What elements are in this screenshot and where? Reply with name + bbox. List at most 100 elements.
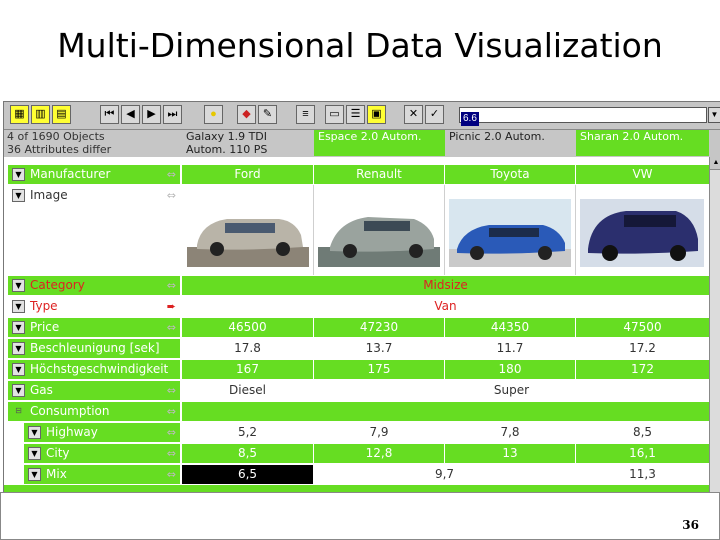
scroll-up-icon[interactable]: ▲ bbox=[710, 157, 720, 170]
download-icon[interactable]: ▼ bbox=[12, 342, 25, 355]
table-view-icon[interactable]: ▥ bbox=[31, 105, 50, 124]
next-icon[interactable]: ▶ bbox=[142, 105, 161, 124]
table-row: ▼ Type ➨ Van bbox=[4, 296, 709, 317]
cell: 11,3 bbox=[576, 465, 709, 484]
download-icon[interactable]: ▼ bbox=[12, 384, 25, 397]
move-handle-icon[interactable]: ⇔ bbox=[167, 468, 176, 481]
row-label-mix[interactable]: ▼ Mix ⇔ bbox=[24, 465, 180, 484]
slide-title: Multi-Dimensional Data Visualization bbox=[57, 26, 663, 65]
columns-icon[interactable]: ☰ bbox=[346, 105, 365, 124]
download-icon[interactable]: ▼ bbox=[12, 279, 25, 292]
table-row: ▼ Gas ⇔ Diesel Super bbox=[4, 380, 709, 401]
row-label-type[interactable]: ▼ Type ➨ bbox=[8, 297, 180, 316]
cell: 16,1 bbox=[576, 444, 709, 463]
sort-icon[interactable]: ≡ bbox=[296, 105, 315, 124]
cell: 8,5 bbox=[182, 444, 313, 463]
table-row: ⊟ Consumption ⇔ bbox=[4, 401, 709, 422]
row-label-manufacturer[interactable]: ▼ Manufacturer ⇔ bbox=[8, 165, 180, 184]
download-icon[interactable]: ▼ bbox=[12, 363, 25, 376]
zoom-field[interactable]: 6.6 bbox=[459, 107, 707, 126]
move-handle-icon[interactable]: ⇔ bbox=[167, 189, 176, 202]
move-handle-icon[interactable]: ⇔ bbox=[167, 426, 176, 439]
download-icon[interactable]: ▼ bbox=[12, 168, 25, 181]
move-handle-icon[interactable]: ⇔ bbox=[167, 447, 176, 460]
collapse-icon[interactable]: ⊟ bbox=[12, 405, 25, 418]
print-icon[interactable]: ▭ bbox=[325, 105, 344, 124]
row-label-price[interactable]: ▼ Price ⇔ bbox=[8, 318, 180, 337]
table-row: ▼ Image ⇔ bbox=[4, 185, 709, 275]
highlight-icon[interactable]: ▣ bbox=[367, 105, 386, 124]
row-label-highway[interactable]: ▼ Highway ⇔ bbox=[24, 423, 180, 442]
row-label-gas[interactable]: ▼ Gas ⇔ bbox=[8, 381, 180, 400]
row-label-city[interactable]: ▼ City ⇔ bbox=[24, 444, 180, 463]
move-handle-icon[interactable]: ⇔ bbox=[167, 168, 176, 181]
row-label-image[interactable]: ▼ Image ⇔ bbox=[8, 186, 180, 206]
cell: 5,2 bbox=[182, 423, 313, 442]
cell: 175 bbox=[314, 360, 444, 379]
move-handle-icon[interactable]: ⇔ bbox=[167, 321, 176, 334]
first-icon[interactable]: ⏮ bbox=[100, 105, 119, 124]
grid-view-icon[interactable]: ▦ bbox=[10, 105, 29, 124]
app-window: ▦ ▥ ▤ ⏮ ◀ ▶ ⏭ ● ◆ ✎ ≡ ▭ ☰ ▣ ✕ ✓ 6.6 ▼ 4 … bbox=[3, 101, 720, 493]
table-row: ▼ Beschleunigung [sek] 17.8 13.7 11.7 17… bbox=[4, 338, 709, 359]
arrow-right-icon[interactable]: ➨ bbox=[167, 300, 176, 313]
row-label-consumption[interactable]: ⊟ Consumption ⇔ bbox=[8, 402, 180, 421]
table-row: ▼ Highway ⇔ 5,2 7,9 7,8 8,5 bbox=[4, 422, 709, 443]
download-icon[interactable]: ▼ bbox=[28, 468, 41, 481]
check-icon[interactable]: ✓ bbox=[425, 105, 444, 124]
last-icon[interactable]: ⏭ bbox=[163, 105, 182, 124]
cell: 44350 bbox=[445, 318, 575, 337]
table-row: ▼ Höchstgeschwindigkeit 167 175 180 172 bbox=[4, 359, 709, 380]
attribute-count: 36 Attributes differ bbox=[7, 143, 112, 156]
cell: 17.8 bbox=[182, 339, 313, 358]
move-handle-icon[interactable]: ⇔ bbox=[167, 405, 176, 418]
download-icon[interactable]: ▼ bbox=[28, 426, 41, 439]
cell: Super bbox=[314, 381, 709, 400]
cell: 172 bbox=[576, 360, 709, 379]
car-image-toyota bbox=[449, 199, 571, 267]
cell: 12,8 bbox=[314, 444, 444, 463]
download-icon[interactable]: ▼ bbox=[28, 447, 41, 460]
list-view-icon[interactable]: ▤ bbox=[52, 105, 71, 124]
column-header-sharan[interactable]: Sharan 2.0 Autom. bbox=[576, 130, 709, 156]
filter-icon[interactable]: ✎ bbox=[258, 105, 277, 124]
object-count: 4 of 1690 Objects bbox=[7, 130, 105, 143]
selection-info: 4 of 1690 Objects 36 Attributes differ bbox=[7, 130, 179, 156]
table-row: ▼ Category ⇔ Midsize bbox=[4, 275, 709, 296]
table-row: ▼ City ⇔ 8,5 12,8 13 16,1 bbox=[4, 443, 709, 464]
download-icon[interactable]: ▼ bbox=[12, 189, 25, 202]
slide-footer: 36 bbox=[0, 492, 720, 540]
car-image-vw bbox=[580, 199, 704, 267]
row-label-category[interactable]: ▼ Category ⇔ bbox=[8, 276, 180, 295]
column-header-picnic[interactable]: Picnic 2.0 Autom. bbox=[445, 130, 576, 156]
cell: Toyota bbox=[445, 165, 575, 184]
cell: 7,9 bbox=[314, 423, 444, 442]
row-label-acceleration[interactable]: ▼ Beschleunigung [sek] bbox=[8, 339, 180, 358]
previous-icon[interactable]: ◀ bbox=[121, 105, 140, 124]
download-icon[interactable]: ▼ bbox=[12, 321, 25, 334]
cell: 47230 bbox=[314, 318, 444, 337]
vertical-scrollbar[interactable]: ▲ bbox=[709, 157, 720, 492]
cell-selected[interactable]: 6,5 bbox=[182, 465, 313, 484]
circle-icon[interactable]: ● bbox=[204, 105, 223, 124]
move-handle-icon[interactable]: ⇔ bbox=[167, 384, 176, 397]
cell: 11.7 bbox=[445, 339, 575, 358]
attribute-table: ▼ Manufacturer ⇔ Ford Renault Toyota VW … bbox=[4, 157, 709, 492]
shapes-icon[interactable]: ◆ bbox=[237, 105, 256, 124]
column-header-espace[interactable]: Espace 2.0 Autom. bbox=[314, 130, 445, 156]
download-icon[interactable]: ▼ bbox=[12, 300, 25, 313]
cell: 180 bbox=[445, 360, 575, 379]
close-icon[interactable]: ✕ bbox=[404, 105, 423, 124]
dropdown-arrow-icon[interactable]: ▼ bbox=[708, 107, 720, 123]
row-label-top-speed[interactable]: ▼ Höchstgeschwindigkeit bbox=[8, 360, 180, 379]
cell: 167 bbox=[182, 360, 313, 379]
table-row: ▼ Manufacturer ⇔ Ford Renault Toyota VW bbox=[4, 164, 709, 185]
car-image-ford bbox=[187, 219, 309, 267]
table-row: ▼ Price ⇔ 46500 47230 44350 47500 bbox=[4, 317, 709, 338]
cell: 13 bbox=[445, 444, 575, 463]
column-header-galaxy[interactable]: Galaxy 1.9 TDI Autom. 110 PS bbox=[182, 130, 314, 156]
toolbar: ▦ ▥ ▤ ⏮ ◀ ▶ ⏭ ● ◆ ✎ ≡ ▭ ☰ ▣ ✕ ✓ 6.6 ▼ bbox=[4, 102, 720, 130]
table-row-partial bbox=[4, 485, 709, 492]
move-handle-icon[interactable]: ⇔ bbox=[167, 279, 176, 292]
cell: Renault bbox=[314, 165, 444, 184]
